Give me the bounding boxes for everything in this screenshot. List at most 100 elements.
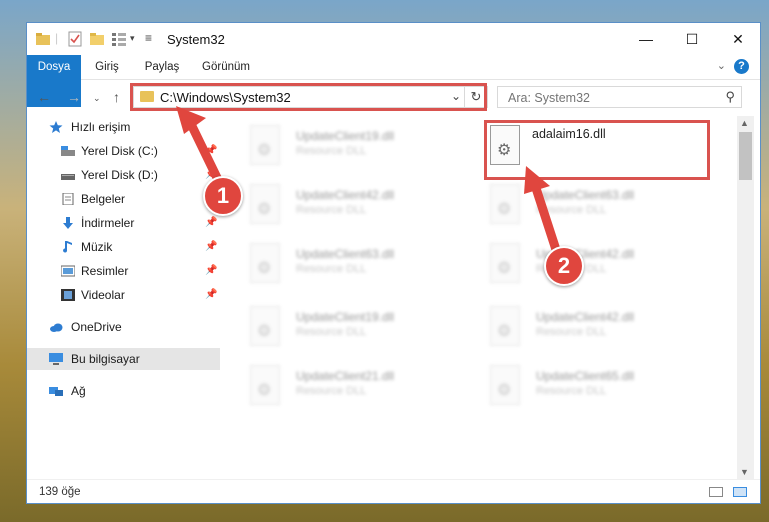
view-options-icon[interactable] <box>111 31 127 47</box>
new-folder-icon[interactable] <box>89 31 105 47</box>
file-item[interactable]: ⚙ UpdateClient19.dll Resource DLL <box>220 120 445 172</box>
sidebar-item-label: Ağ <box>71 384 86 398</box>
scroll-thumb[interactable] <box>739 132 752 180</box>
file-name: UpdateClient21.dll <box>296 369 395 383</box>
ribbon-expand-icon[interactable]: ⌄ <box>717 59 726 72</box>
file-type: Resource DLL <box>536 204 607 216</box>
scroll-up-icon[interactable]: ▲ <box>740 118 749 128</box>
sidebar-item-label: Belgeler <box>81 192 126 206</box>
scroll-down-icon[interactable]: ▼ <box>740 467 749 477</box>
search-box[interactable]: ⚲ <box>497 86 742 108</box>
file-item[interactable]: ⚙ UpdateClient42.dll Resource DLL <box>460 301 685 353</box>
close-button[interactable]: ✕ <box>715 23 761 55</box>
sidebar-item-disk-c[interactable]: Yerel Disk (C:) 📌 <box>27 140 220 162</box>
sidebar-item-music[interactable]: Müzik 📌 <box>27 236 220 258</box>
network-icon <box>49 387 63 396</box>
file-type: Resource DLL <box>296 385 367 397</box>
sidebar-item-label: Bu bilgisayar <box>71 352 140 366</box>
pictures-icon <box>61 265 75 277</box>
file-name: UpdateClient42.dll <box>296 188 395 202</box>
folder-icon[interactable] <box>35 31 51 47</box>
dll-file-icon: ⚙ <box>250 184 280 224</box>
vertical-scrollbar[interactable]: ▲ ▼ <box>737 116 754 479</box>
file-type: Resource DLL <box>296 204 367 216</box>
sidebar-item-documents[interactable]: Belgeler 📌 <box>27 188 220 210</box>
sidebar-item-network[interactable]: Ağ <box>27 380 220 402</box>
file-name: UpdateClient65.dll <box>536 369 635 383</box>
file-type: Resource DLL <box>296 263 367 275</box>
up-arrow-icon[interactable]: ↑ <box>113 89 120 105</box>
callout-1: 1 <box>203 176 243 216</box>
qa-chevron-icon[interactable]: ≡ <box>145 31 152 47</box>
details-view-icon[interactable] <box>709 487 723 497</box>
recent-locations-icon[interactable]: ⌄ <box>93 93 101 104</box>
video-icon <box>61 289 75 301</box>
music-icon <box>63 241 72 253</box>
search-icon[interactable]: ⚲ <box>725 89 735 105</box>
minimize-button[interactable]: — <box>623 23 669 55</box>
tab-view[interactable]: Görünüm <box>195 55 257 79</box>
properties-icon[interactable] <box>67 31 83 47</box>
dll-file-icon: ⚙ <box>250 243 280 283</box>
file-item[interactable]: ⚙ UpdateClient42.dll Resource DLL <box>220 179 445 231</box>
sidebar-item-label: İndirmeler <box>81 216 135 230</box>
callout-2: 2 <box>544 246 584 286</box>
file-name: UpdateClient63.dll <box>296 247 395 261</box>
file-type: Resource DLL <box>296 326 367 338</box>
maximize-button[interactable]: ☐ <box>669 23 715 55</box>
file-type: Resource DLL <box>536 385 607 397</box>
dll-file-icon: ⚙ <box>490 184 520 224</box>
pin-icon[interactable]: 📌 <box>205 212 217 234</box>
help-icon[interactable]: ? <box>734 59 749 74</box>
file-item[interactable]: ⚙ UpdateClient63.dll Resource DLL <box>460 179 685 231</box>
pin-icon[interactable]: 📌 <box>205 140 217 162</box>
file-name: UpdateClient63.dll <box>536 188 635 202</box>
file-highlight-box <box>484 120 710 180</box>
sidebar-item-this-pc[interactable]: Bu bilgisayar <box>27 348 220 370</box>
file-item[interactable]: ⚙ UpdateClient63.dll Resource DLL <box>220 238 445 290</box>
sidebar-item-pictures[interactable]: Resimler 📌 <box>27 260 220 282</box>
pin-icon[interactable]: 📌 <box>205 260 217 282</box>
item-count: 139 öğe <box>39 486 81 498</box>
file-item[interactable]: ⚙ UpdateClient65.dll Resource DLL <box>460 360 685 412</box>
tab-home[interactable]: Giriş <box>87 55 127 79</box>
dll-file-icon: ⚙ <box>250 306 280 346</box>
large-icons-view-icon[interactable] <box>733 487 747 497</box>
dll-file-icon: ⚙ <box>490 243 520 283</box>
sidebar-item-quick-access[interactable]: Hızlı erişim <box>27 116 220 138</box>
tab-share[interactable]: Paylaş <box>137 55 187 79</box>
address-highlight-box <box>130 83 487 111</box>
sidebar-item-label: Yerel Disk (D:) <box>81 168 158 182</box>
file-name: UpdateClient19.dll <box>296 129 395 143</box>
sidebar-item-downloads[interactable]: İndirmeler 📌 <box>27 212 220 234</box>
dll-file-icon: ⚙ <box>250 365 280 405</box>
window-title: System32 <box>167 32 225 47</box>
navigation-pane: Hızlı erişim Yerel Disk (C:) 📌 Yerel Dis… <box>27 116 220 476</box>
sidebar-item-onedrive[interactable]: OneDrive <box>27 316 220 338</box>
sidebar-item-label: Müzik <box>81 240 113 254</box>
star-icon <box>49 121 63 133</box>
sidebar-item-videos[interactable]: Videolar 📌 <box>27 284 220 306</box>
forward-arrow-icon[interactable]: → <box>67 89 81 105</box>
pin-icon[interactable]: 📌 <box>205 236 217 258</box>
file-item[interactable]: ⚙ UpdateClient19.dll Resource DLL <box>220 301 445 353</box>
back-arrow-icon[interactable]: ← <box>37 89 51 105</box>
title-bar: | ▾ ≡ System32 — ☐ ✕ <box>27 23 760 55</box>
sidebar-item-label: OneDrive <box>71 320 122 334</box>
download-icon <box>63 217 73 229</box>
sidebar-item-label: Hızlı erişim <box>71 120 131 134</box>
file-name: UpdateClient19.dll <box>296 310 395 324</box>
file-name: UpdateClient42.dll <box>536 310 635 324</box>
separator: | <box>55 31 59 45</box>
search-input[interactable] <box>506 89 710 107</box>
sidebar-item-label: Videolar <box>81 288 125 302</box>
computer-icon <box>49 353 63 365</box>
customize-dropdown-icon[interactable]: ▾ <box>130 33 135 49</box>
file-type: Resource DLL <box>536 326 607 338</box>
dll-file-icon: ⚙ <box>490 306 520 346</box>
file-item[interactable]: ⚙ UpdateClient21.dll Resource DLL <box>220 360 445 412</box>
sidebar-item-disk-d[interactable]: Yerel Disk (D:) 📌 <box>27 164 220 186</box>
pin-icon[interactable]: 📌 <box>205 284 217 306</box>
dll-file-icon: ⚙ <box>490 365 520 405</box>
status-bar: 139 öğe <box>27 479 760 504</box>
